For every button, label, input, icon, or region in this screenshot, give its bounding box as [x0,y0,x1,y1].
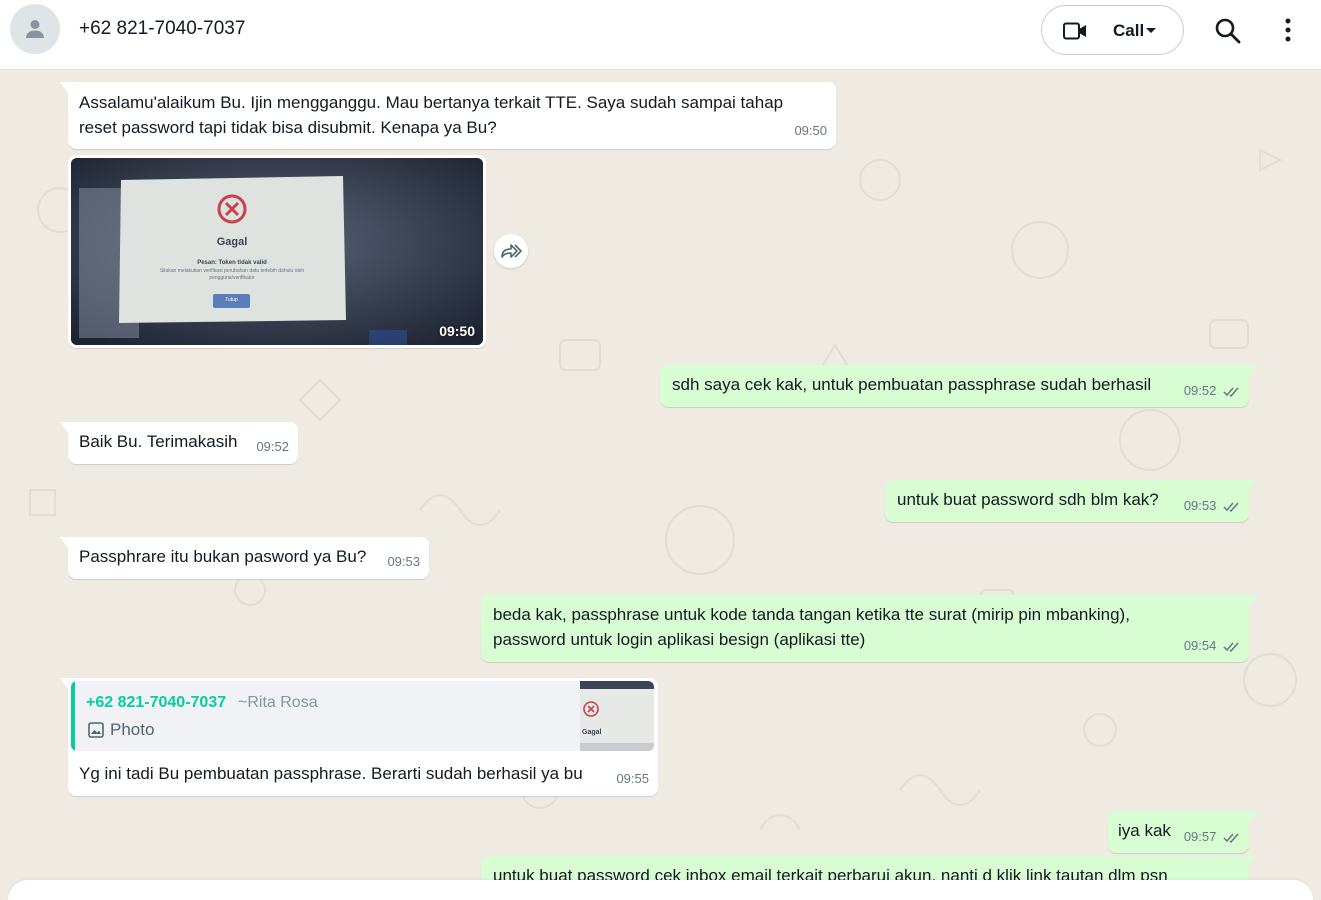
message-text: Baik Bu. Terimakasih [79,432,238,451]
bubble-tail [60,82,68,93]
bubble-tail [1249,811,1257,822]
call-button[interactable]: Call [1041,5,1184,55]
search-icon[interactable] [1213,16,1243,46]
person-icon [26,20,44,38]
contact-name[interactable]: +62 821-7040-7037 [79,18,245,40]
image-icon [88,721,104,738]
message-text: Passphrare itu bukan pasword ya Bu? [79,547,367,566]
message-bubble-incoming[interactable]: +62 821-7040-7037 ~Rita Rosa Photo Gagal [60,678,658,796]
call-label: Call [1113,21,1145,40]
image-dialog-button: Tutup [225,297,238,303]
message-bubble-incoming[interactable]: Baik Bu. Terimakasih 09:52 [60,422,298,464]
quote-type-label: Photo [110,720,155,739]
photo-content [71,158,483,345]
message-time: 09:53 [1183,498,1217,513]
quote-accent-bar [71,681,75,751]
message-text-line: beda kak, passphrase untuk kode tanda ta… [493,605,1130,624]
chat-area[interactable]: Assalamu'alaikum Bu. Ijin mengganggu. Ma… [0,70,1321,900]
bubble-tail [60,537,68,548]
bubble-tail [1249,365,1257,376]
double-check-icon [1223,502,1239,513]
more-vert-icon[interactable] [1276,16,1300,44]
message-text-line: password untuk login aplikasi besign (ap… [493,630,866,649]
message-meta: 09:57 [1184,824,1242,849]
message-time: 09:50 [794,123,827,138]
image-thumbnail[interactable]: Gagal Pesan: Token tidak valid Silakan m… [71,158,483,345]
message-time: 09:52 [1183,383,1217,398]
message-time: 09:54 [1183,638,1217,653]
message-bubble-incoming[interactable]: Assalamu'alaikum Bu. Ijin mengganggu. Ma… [60,82,836,149]
video-camera-icon [1063,22,1086,40]
quote-sender-name: +62 821-7040-7037 [86,694,227,711]
message-bubble-incoming[interactable]: Passphrare itu bukan pasword ya Bu? 09:5… [60,537,429,579]
image-dialog-title: Gagal [216,236,248,248]
message-bubble-outgoing[interactable]: sdh saya cek kak, untuk pembuatan passph… [660,365,1257,407]
quoted-message[interactable]: +62 821-7040-7037 ~Rita Rosa Photo Gagal [71,681,654,751]
compose-bar[interactable] [8,880,1313,900]
message-time: 09:52 [256,439,289,454]
message-text: Yg ini tadi Bu pembuatan passphrase. Ber… [79,764,583,783]
message-bubble-outgoing[interactable]: untuk buat password sdh blm kak? 09:53 [885,480,1257,522]
message-text-line: Assalamu'alaikum Bu. Ijin mengganggu. Ma… [79,93,784,112]
double-check-icon [1223,833,1239,844]
message-bubble-outgoing[interactable]: iya kak 09:57 [1108,811,1257,853]
message-meta: 09:53 [1184,493,1242,518]
bubble-tail [1249,856,1257,867]
bubble-tail [60,678,68,689]
forward-icon [501,244,522,258]
chat-header: +62 821-7040-7037 Call [0,0,1321,70]
message-time: 09:57 [1183,829,1217,844]
message-bubble-outgoing[interactable]: beda kak, passphrase untuk kode tanda ta… [481,595,1257,662]
message-time: 09:53 [387,554,420,569]
forward-button[interactable] [494,234,528,268]
bubble-tail [1249,595,1257,606]
quote-photo-label: Photo [88,717,154,742]
double-check-icon [1223,642,1239,653]
message-time: 09:50 [439,323,475,339]
quote-thumbnail: Gagal [580,681,654,751]
message-text: untuk buat password sdh blm kak? [897,490,1159,509]
message-text-line: reset password tapi tidak bisa disubmit.… [79,118,497,137]
double-check-icon [1223,387,1239,398]
image-message[interactable]: Gagal Pesan: Token tidak valid Silakan m… [68,155,486,348]
image-dialog-message: Pesan: Token tidak valid [197,260,267,266]
bubble-tail [60,422,68,433]
quote-thumbnail-text: Gagal [582,729,602,736]
quote-sender-alias: ~Rita Rosa [238,694,318,711]
message-text: sdh saya cek kak, untuk pembuatan passph… [672,375,1152,394]
image-dialog-detail: Silakan melakukan verifikasi perubahan d… [159,268,305,281]
chevron-down-icon[interactable] [1145,27,1157,35]
message-text: iya kak [1118,821,1171,840]
bubble-tail [1249,480,1257,491]
message-meta: 09:52 [1184,378,1242,403]
contact-avatar[interactable] [10,4,60,54]
message-time: 09:55 [616,771,649,786]
message-meta: 09:54 [1184,633,1242,658]
